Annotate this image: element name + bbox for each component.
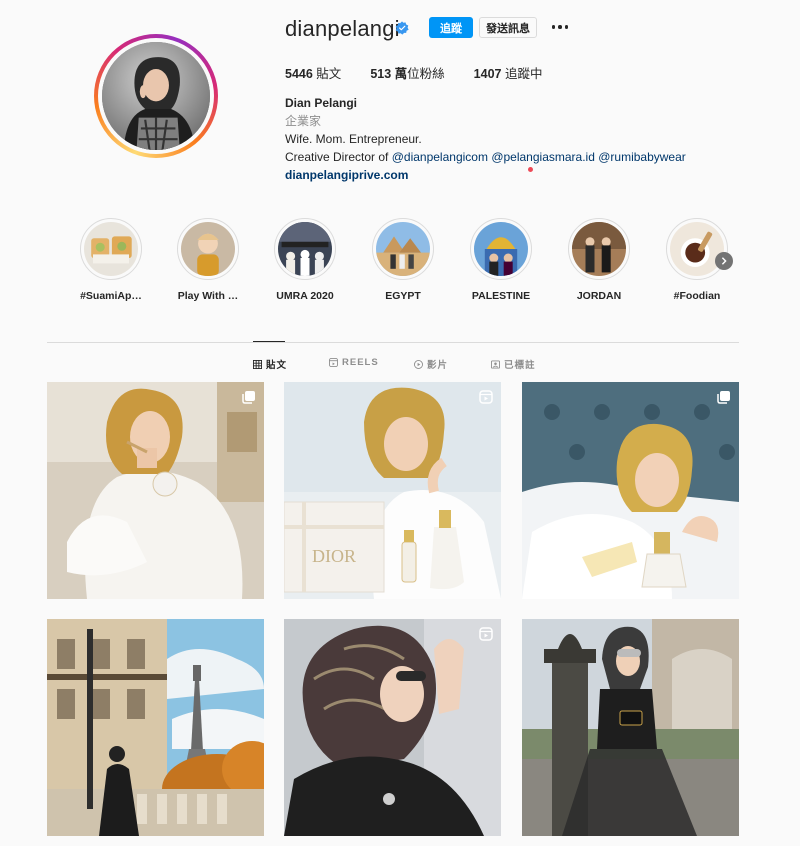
highlight-cover [376, 222, 430, 276]
highlight-label: PALESTINE [471, 290, 531, 302]
followers-count[interactable]: 513 萬位粉絲 [370, 63, 444, 82]
highlight-label: #Foodian [673, 290, 721, 302]
highlight-item[interactable]: EGYPT [366, 218, 440, 302]
post-thumbnail[interactable]: DIOR [284, 382, 501, 599]
post-image [522, 382, 739, 599]
bio-line: Wife. Mom. Entrepreneur. [285, 132, 422, 146]
video-icon [414, 359, 423, 369]
following-count[interactable]: 1407 追蹤中 [474, 63, 543, 82]
mention-link[interactable]: @pelangiasmara.id [491, 150, 595, 164]
post-image [47, 619, 264, 836]
highlight-item[interactable]: PALESTINE [464, 218, 538, 302]
avatar-photo [102, 42, 210, 150]
highlight-cover [84, 222, 138, 276]
post-thumbnail[interactable] [522, 619, 739, 836]
verified-badge-icon [395, 21, 409, 35]
highlight-cover [572, 222, 626, 276]
tab-reels[interactable]: REELS [329, 357, 379, 368]
reel-icon [479, 627, 493, 641]
notification-dot [528, 167, 533, 172]
profile-full-name: Dian Pelangi [285, 96, 358, 110]
reels-icon [329, 358, 338, 367]
tab-videos[interactable]: 影片 [414, 357, 448, 371]
active-tab-indicator [253, 341, 285, 342]
post-image [522, 619, 739, 836]
post-image: DIOR [284, 382, 501, 599]
highlight-label: Play With … [177, 290, 239, 302]
highlight-cover [181, 222, 235, 276]
more-horizontal-icon[interactable] [550, 17, 570, 37]
post-image [47, 382, 264, 599]
highlight-label: #SuamiAp… [80, 290, 142, 302]
follow-button[interactable]: 追蹤 [429, 17, 473, 38]
tab-posts[interactable]: 貼文 [253, 357, 287, 371]
profile-category: 企業家 [285, 114, 322, 128]
post-thumbnail[interactable] [522, 382, 739, 599]
highlight-cover [278, 222, 332, 276]
bio-line-mentions: Creative Director of @dianpelangicom @pe… [285, 150, 686, 164]
highlight-item[interactable]: JORDAN [562, 218, 636, 302]
grid-icon [253, 359, 262, 369]
dior-box-text: DIOR [312, 546, 356, 566]
post-thumbnail[interactable] [47, 382, 264, 599]
post-thumbnail[interactable] [47, 619, 264, 836]
highlight-cover [670, 222, 724, 276]
chevron-right-icon[interactable] [715, 252, 733, 270]
reel-icon [479, 390, 493, 404]
website-link[interactable]: dianpelangiprive.com [285, 166, 686, 184]
send-message-button[interactable]: 發送訊息 [479, 17, 537, 38]
highlight-item[interactable]: Play With … [171, 218, 245, 302]
posts-count: 5446 貼文 [285, 67, 342, 81]
highlight-label: EGYPT [385, 290, 421, 302]
profile-username: dianpelangi [285, 16, 400, 41]
tagged-icon [491, 359, 500, 369]
highlight-label: UMRA 2020 [276, 290, 334, 302]
profile-stats: 5446 貼文 513 萬位粉絲 1407 追蹤中 [285, 63, 571, 82]
highlight-item[interactable]: UMRA 2020 [268, 218, 342, 302]
mention-link[interactable]: @dianpelangicom [392, 150, 488, 164]
tabs-divider [47, 342, 739, 343]
highlight-item[interactable]: #SuamiAp… [74, 218, 148, 302]
highlight-cover [474, 222, 528, 276]
carousel-icon [242, 391, 255, 404]
post-image [284, 619, 501, 836]
profile-bio: Dian Pelangi 企業家 Wife. Mom. Entrepreneur… [285, 94, 686, 184]
mention-link[interactable]: @rumibabywear [598, 150, 686, 164]
highlight-label: JORDAN [576, 290, 622, 302]
tab-tagged[interactable]: 已標註 [491, 357, 536, 371]
post-thumbnail[interactable] [284, 619, 501, 836]
profile-avatar[interactable] [94, 34, 218, 158]
carousel-icon [717, 391, 730, 404]
